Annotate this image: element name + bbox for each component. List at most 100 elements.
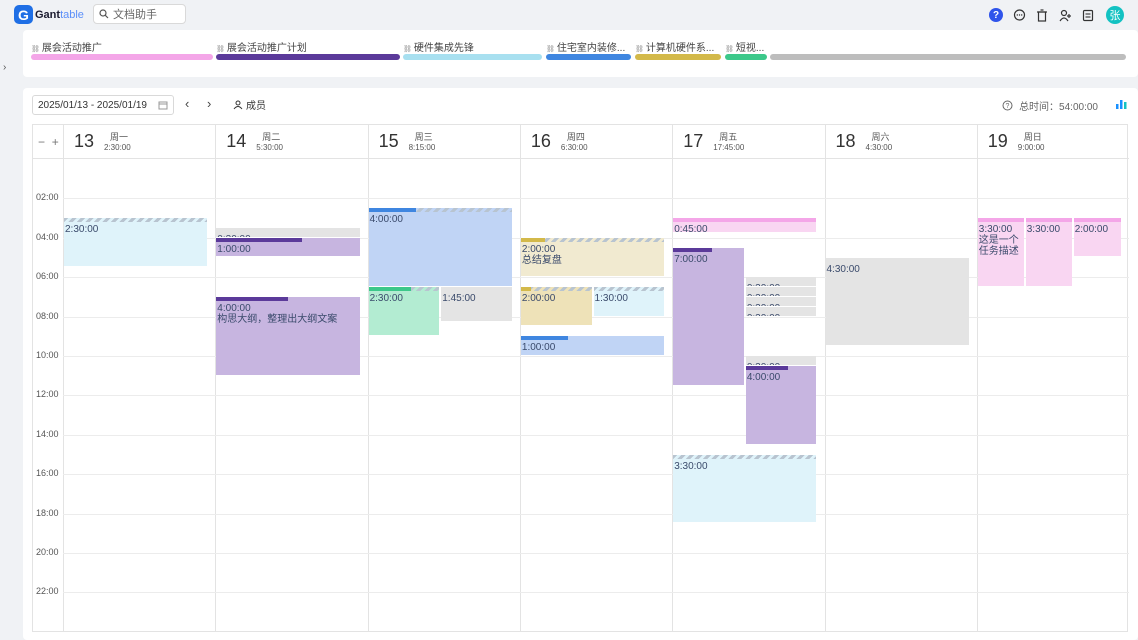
day-header[interactable]: 19 周日 9:00:00 (976, 125, 1129, 159)
question-circle-icon[interactable]: ? (1002, 100, 1013, 111)
hour-label: 16:00 (36, 468, 59, 478)
task-block[interactable]: 1:30:00 (593, 287, 665, 316)
project-timeline-bar[interactable] (403, 54, 542, 60)
task-progress-bar (745, 365, 789, 370)
link-icon: ⛓ (403, 46, 412, 53)
task-label: 1:00:00 (217, 243, 251, 255)
day-weekday: 周三 (414, 132, 433, 142)
chat-icon[interactable] (1012, 8, 1026, 22)
user-avatar[interactable]: 张 (1106, 6, 1124, 24)
book-icon[interactable] (1081, 8, 1095, 22)
calendar-body: 02:00 04:00 06:00 08:00 10:00 12:00 14:00 16:00… (33, 159, 1129, 632)
day-total-duration: 8:15:00 (408, 143, 436, 152)
day-header[interactable]: 13 周一 2:30:00 (63, 125, 215, 159)
task-block[interactable]: 0:30:00 (216, 227, 360, 237)
task-block[interactable]: 0:30:00 (745, 277, 817, 287)
total-time: ? 总时间：54:00:00 (1002, 98, 1098, 113)
task-label: 2:30:00 (65, 224, 99, 236)
project-timeline-bar[interactable] (725, 54, 767, 60)
calendar-toolbar: 2025/01/13 - 2025/01/19 ‹ › 成员 ? 总时间：54:… (23, 88, 1138, 122)
project-label[interactable]: ⛓ 硬件集成先锋 (403, 39, 544, 54)
project-timeline-bar[interactable] (31, 54, 213, 60)
task-progress-bar (368, 287, 411, 292)
zoom-in-button[interactable]: + (52, 135, 59, 149)
calendar-icon (158, 101, 168, 110)
day-header[interactable]: 15 周三 8:15:00 (367, 125, 520, 159)
member-filter-button[interactable]: 成员 (233, 97, 266, 112)
app-logo[interactable]: G Ganttable (14, 5, 84, 24)
project-timeline-bar[interactable] (546, 54, 631, 60)
project-label[interactable]: ⛓ 计算机硬件系... (635, 39, 723, 54)
project-label[interactable]: ⛓ 住宅室内装修... (546, 39, 633, 54)
project-name: 住宅室内装修... (556, 43, 626, 54)
task-block[interactable]: 4:00:00 (368, 208, 512, 287)
add-user-icon[interactable] (1058, 8, 1072, 22)
task-block[interactable]: 7:00:00 (673, 247, 744, 385)
prev-week-button[interactable]: ‹ (185, 96, 189, 111)
task-block[interactable]: 4:00:00 (745, 365, 817, 444)
task-progress-track (520, 287, 592, 292)
day-weekday: 周五 (719, 132, 738, 142)
project-timeline-bar[interactable] (770, 54, 1126, 60)
task-progress-track (64, 218, 208, 223)
top-actions: ? 张 (989, 6, 1124, 24)
project-label[interactable]: ⛓ 展会活动推广计划 (216, 39, 402, 54)
task-block[interactable]: 3:30:00 (673, 454, 817, 523)
left-collapse-strip: › (0, 28, 14, 640)
trash-icon[interactable] (1035, 8, 1049, 22)
top-bar: G Ganttable 文档助手 ? 张 (0, 0, 1138, 28)
project-name: 硬件集成先锋 (413, 43, 474, 54)
hour-gridline (63, 553, 1129, 554)
task-block[interactable]: 1:00:00 (216, 237, 360, 257)
project-timeline-bar[interactable] (635, 54, 721, 60)
task-block[interactable]: 1:45:00 (441, 287, 512, 321)
date-range-picker[interactable]: 2025/01/13 - 2025/01/19 (32, 95, 174, 115)
task-block[interactable]: 2:00:00 总结复盘 (520, 237, 665, 277)
task-block[interactable]: 1:00:00 (520, 336, 665, 355)
day-header[interactable]: 17 周五 17:45:00 (672, 125, 824, 159)
task-label: 0:30:00 (747, 362, 816, 365)
help-icon[interactable]: ? (989, 8, 1003, 22)
task-block[interactable]: 2:00:00 (1073, 218, 1122, 257)
day-number: 16 (530, 131, 551, 151)
task-block[interactable]: 4:30:00 (825, 257, 969, 346)
task-block[interactable]: 0:45:00 (673, 218, 817, 232)
project-name: 展会活动推广 (41, 43, 102, 54)
project-label[interactable]: ⛓ 短视... (725, 39, 769, 54)
task-block[interactable]: 2:30:00 (64, 218, 208, 267)
stats-chart-icon[interactable] (1115, 97, 1128, 110)
link-icon: ⛓ (31, 46, 40, 53)
day-header[interactable]: 14 周二 5:30:00 (215, 125, 367, 159)
calendar-header: − + 13 周一 2:30:00 14 周二 5:30:00 15 周三 8:15:00 16 周… (33, 125, 1129, 159)
day-header[interactable]: 18 周六 4:30:00 (824, 125, 977, 159)
day-header[interactable]: 16 周四 6:30:00 (519, 125, 672, 159)
task-block[interactable]: 3:30:00 这是一个任务描述 (977, 218, 1024, 287)
task-block[interactable]: 0:30:00 (745, 296, 817, 306)
task-label: 1:00:00 (521, 342, 556, 354)
task-label: 0:30:00 (747, 313, 816, 316)
task-block[interactable]: 0:30:00 (745, 356, 817, 365)
total-time-label: 总时间：54:00:00 (1019, 102, 1098, 113)
project-timeline-bar[interactable] (216, 54, 400, 60)
task-block[interactable]: 4:00:00 构思大纲，整理出大纲文案 (216, 296, 360, 375)
link-icon: ⛓ (216, 46, 225, 53)
doc-assistant-search[interactable]: 文档助手 (93, 4, 186, 24)
project-label[interactable]: ⛓ 展会活动推广 (31, 39, 215, 54)
search-label: 文档助手 (113, 9, 157, 21)
zoom-out-button[interactable]: − (38, 135, 45, 149)
task-block[interactable]: 0:30:00 (745, 287, 817, 296)
task-block[interactable]: 0:30:00 (745, 306, 817, 316)
task-block[interactable]: 3:30:00 (1025, 218, 1072, 287)
hour-gridline (63, 514, 1129, 515)
hour-label: 02:00 (36, 192, 59, 202)
task-block[interactable]: 2:30:00 (368, 287, 440, 336)
task-label: 1:30:00 (594, 293, 628, 305)
task-block[interactable]: 2:00:00 (520, 287, 592, 326)
expand-sidebar-icon[interactable]: › (3, 62, 6, 73)
task-label: 4:00:00 (369, 214, 403, 226)
task-label: 2:00:00 (1074, 224, 1109, 236)
next-week-button[interactable]: › (207, 96, 211, 111)
hour-gridline (63, 474, 1129, 475)
task-label: 0:30:00 (747, 283, 816, 286)
hour-gridline (63, 395, 1129, 396)
